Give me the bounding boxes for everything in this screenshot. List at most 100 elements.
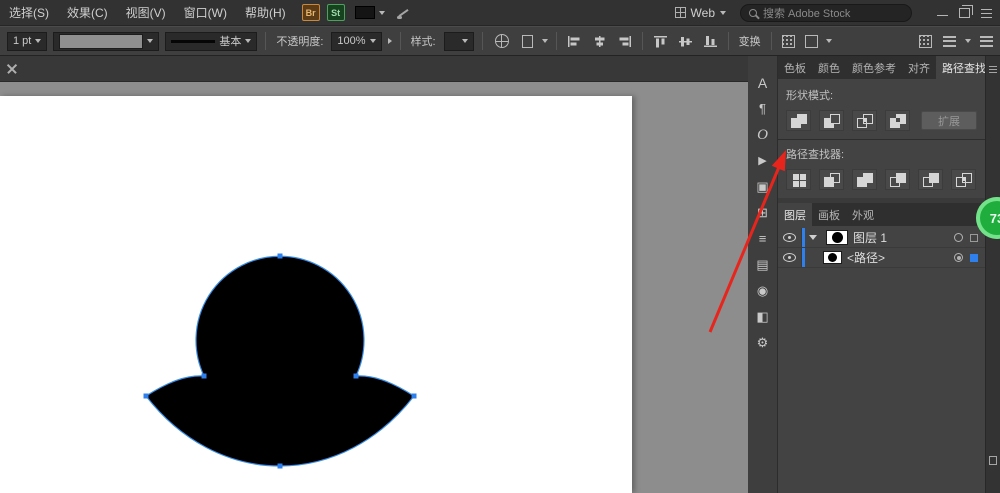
transparency-panel-icon[interactable]: ◉: [757, 284, 768, 298]
disclosure-triangle-icon[interactable]: [809, 235, 817, 240]
artboard[interactable]: [0, 96, 632, 493]
intersect-button[interactable]: [852, 110, 877, 131]
visibility-cell[interactable]: [778, 228, 802, 247]
chevron-down-icon: [378, 10, 385, 15]
gradient-panel-icon[interactable]: ▤: [756, 258, 768, 272]
opacity-label: 不透明度:: [276, 36, 324, 48]
pathfinders-row: [786, 169, 977, 190]
path-row[interactable]: <路径>: [778, 248, 985, 268]
search-input[interactable]: 搜索 Adobe Stock: [740, 3, 912, 22]
align-top-icon[interactable]: [651, 31, 670, 51]
style-label: 样式:: [410, 36, 436, 48]
tab-appearance[interactable]: 外观: [846, 203, 880, 226]
stroke-panel-icon[interactable]: ≡: [759, 232, 767, 246]
window-minimize-icon[interactable]: [937, 8, 948, 18]
menu-help[interactable]: 帮助(H): [236, 0, 295, 26]
transform-link[interactable]: 变换: [739, 33, 761, 49]
align-bottom-icon[interactable]: [701, 31, 720, 51]
opentype-panel-icon[interactable]: O: [757, 128, 768, 143]
brush-icon[interactable]: [396, 6, 410, 19]
rail-page-icon[interactable]: [989, 456, 997, 465]
preferences-doc-icon[interactable]: [521, 34, 533, 48]
paragraph-panel-icon[interactable]: ¶: [759, 102, 766, 116]
panel-stack-icon[interactable]: [943, 35, 956, 47]
width-profile-dropdown[interactable]: [53, 31, 160, 51]
exclude-button[interactable]: [885, 110, 910, 131]
chevron-down-icon: [965, 39, 971, 43]
menu-select[interactable]: 选择(S): [0, 0, 58, 26]
separator: [555, 32, 557, 50]
window-restore-icon[interactable]: [959, 4, 973, 18]
layer-thumbnail[interactable]: [826, 230, 848, 245]
minus-back-button[interactable]: [951, 169, 976, 190]
close-document-icon[interactable]: [7, 63, 18, 74]
brush-definition-dropdown[interactable]: 基本: [165, 31, 258, 51]
arrange-documents-dropdown[interactable]: [354, 6, 385, 19]
divide-button[interactable]: [786, 169, 811, 190]
transform-panel-icon[interactable]: ⊞: [757, 206, 768, 220]
transform-grid-icon[interactable]: [781, 34, 795, 48]
visibility-cell[interactable]: [778, 248, 802, 267]
workspace-icon: [674, 7, 686, 18]
right-rail: [985, 56, 1000, 493]
panel-grid-icon[interactable]: [919, 34, 932, 48]
workspace-switcher[interactable]: Web: [674, 6, 726, 20]
separator: [265, 32, 267, 50]
rail-menu-icon[interactable]: [989, 66, 997, 73]
outline-button[interactable]: [918, 169, 943, 190]
tab-align[interactable]: 对齐: [902, 56, 936, 79]
document-setup-icon[interactable]: [494, 34, 509, 48]
crop-button[interactable]: [885, 169, 910, 190]
align-left-icon[interactable]: [565, 31, 584, 51]
merge-button[interactable]: [852, 169, 877, 190]
align-horizontal-center-icon[interactable]: [590, 31, 609, 51]
bridge-icon[interactable]: Br: [301, 4, 320, 21]
path-name[interactable]: <路径>: [847, 249, 954, 266]
symbols-panel-icon[interactable]: ◧: [756, 310, 768, 324]
isolate-icon[interactable]: [804, 34, 818, 48]
actions-panel-icon[interactable]: ⚙: [757, 336, 769, 350]
separator: [481, 32, 483, 50]
expand-button[interactable]: 扩展: [921, 111, 977, 130]
tab-swatches[interactable]: 色板: [778, 56, 812, 79]
chevron-right-icon[interactable]: [387, 38, 392, 44]
align-vertical-center-icon[interactable]: [676, 31, 695, 51]
stock-icon[interactable]: St: [326, 4, 345, 21]
controlbar-menu-icon[interactable]: [980, 35, 993, 47]
align-right-icon[interactable]: [615, 31, 634, 51]
menu-window[interactable]: 窗口(W): [175, 0, 236, 26]
target-circle-icon[interactable]: [954, 233, 963, 242]
window-menu-icon[interactable]: [981, 8, 992, 18]
menu-effect[interactable]: 效果(C): [58, 0, 117, 26]
layer-name[interactable]: 图层 1: [853, 229, 954, 246]
minus-front-button[interactable]: [819, 110, 844, 131]
tab-color[interactable]: 颜色: [812, 56, 846, 79]
panel-group-tabbar: 色板 颜色 颜色参考 对齐 路径查找器: [778, 56, 985, 79]
tab-artboards[interactable]: 画板: [812, 203, 846, 226]
opacity-input[interactable]: 100%: [331, 31, 382, 51]
right-panel-dock: A ¶ O ▶ ▣ ⊞ ≡ ▤ ◉ ◧ ⚙ 色板 颜色 颜色参考 对齐 路径查找…: [748, 56, 1000, 493]
character-panel-icon[interactable]: A: [758, 76, 767, 90]
menu-view[interactable]: 视图(V): [117, 0, 175, 26]
selection-square[interactable]: [970, 233, 978, 242]
layer-row[interactable]: 图层 1: [778, 228, 985, 248]
tab-color-guide[interactable]: 颜色参考: [846, 56, 902, 79]
target-circle-icon[interactable]: [954, 253, 963, 262]
layer-color-bar: [802, 248, 805, 267]
divider: [778, 139, 985, 140]
tab-pathfinder[interactable]: 路径查找器: [936, 56, 985, 79]
selection-square-selected[interactable]: [970, 253, 978, 262]
tab-layers[interactable]: 图层: [778, 203, 812, 226]
artboards-panel-icon[interactable]: ▣: [756, 180, 768, 194]
path-thumbnail[interactable]: [823, 251, 842, 264]
document-tab-bar: [0, 56, 748, 82]
document-layout-icon: [354, 6, 375, 19]
style-dropdown[interactable]: [443, 31, 474, 51]
stroke-weight-dropdown[interactable]: 1 pt: [7, 31, 48, 51]
chevron-down-icon: [720, 10, 726, 15]
trim-button[interactable]: [819, 169, 844, 190]
canvas-area[interactable]: [0, 56, 748, 493]
libraries-panel-icon[interactable]: ▶: [758, 154, 766, 168]
layer-color-bar: [802, 228, 805, 247]
unite-button[interactable]: [786, 110, 811, 131]
